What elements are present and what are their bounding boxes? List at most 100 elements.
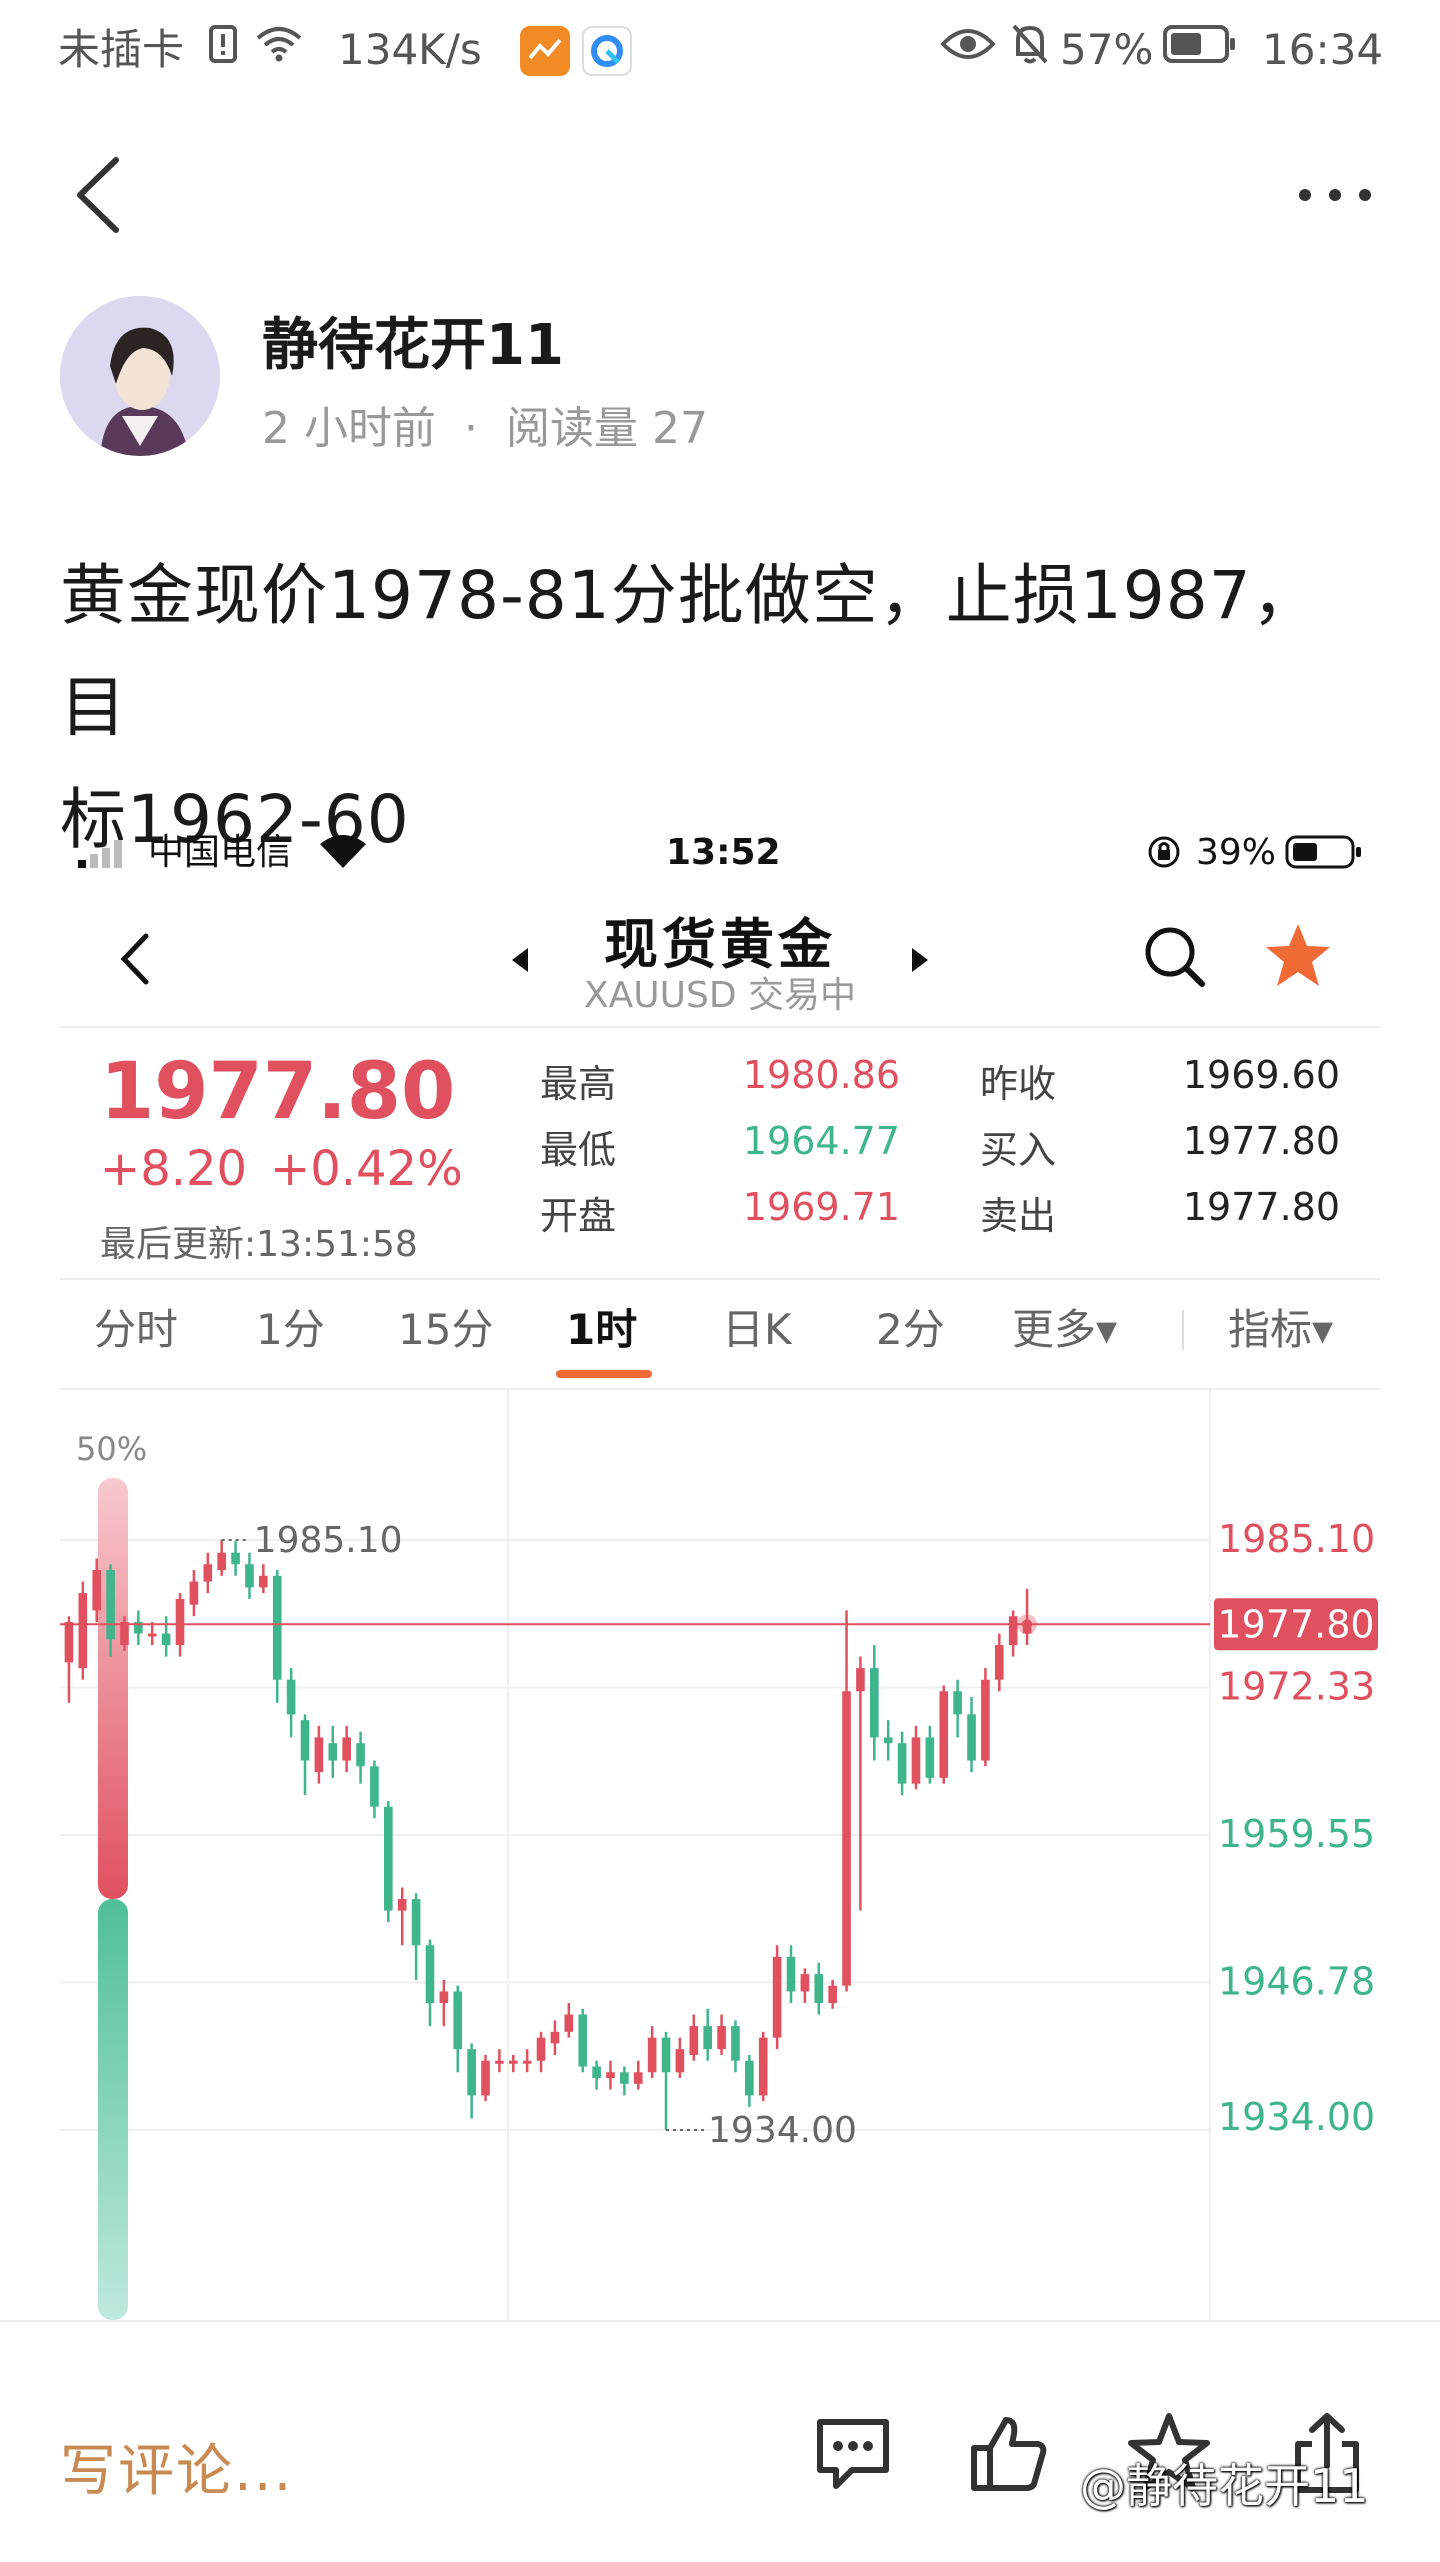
prev-close-value: 1969.60	[1182, 1053, 1340, 1097]
status-bar: 未插卡 134K/s 57% 16:34	[0, 0, 1440, 100]
more-options-button[interactable]	[1290, 170, 1380, 220]
candle-body	[92, 1570, 102, 1611]
prev-symbol-button[interactable]	[508, 940, 532, 980]
tab-1hour[interactable]: 1时	[566, 1280, 637, 1380]
candle-body	[1008, 1616, 1018, 1646]
candle-body	[189, 1581, 199, 1605]
candle-body	[856, 1668, 865, 1692]
candle-body	[814, 1974, 824, 2003]
high-label: 最高	[540, 1062, 617, 1106]
tab-daily[interactable]: 日K	[722, 1280, 792, 1380]
y-tick-label: 1972.33	[1218, 1664, 1375, 1708]
candle-body	[745, 2060, 754, 2096]
min-price-label: 1934.00	[708, 2110, 857, 2151]
eye-icon	[940, 22, 996, 78]
write-comment-input[interactable]: 写评论...	[60, 2426, 293, 2507]
y-tick-label: 1985.10	[1218, 1517, 1375, 1561]
favorite-star-icon[interactable]	[1262, 920, 1334, 992]
search-icon[interactable]	[1140, 922, 1210, 992]
candle-body	[522, 2060, 532, 2064]
comment-icon[interactable]	[808, 2408, 898, 2498]
bottom-action-bar: 写评论... @静待花开11	[0, 2320, 1440, 2562]
candle-body	[633, 2072, 643, 2084]
candle-body	[550, 2031, 560, 2044]
gauge-short-bar	[98, 1899, 128, 2320]
screenshot-status-bar: 中国电信 13:52 39%	[0, 800, 1440, 900]
tab-2min[interactable]: 2分	[876, 1280, 945, 1380]
max-price-label: 1985.10	[254, 1520, 403, 1561]
open-label: 开盘	[540, 1194, 617, 1238]
candle-body	[314, 1737, 324, 1773]
like-icon[interactable]	[964, 2408, 1054, 2498]
inner-clock: 13:52	[666, 832, 781, 873]
candle-body	[272, 1575, 282, 1680]
candle-body	[828, 1985, 837, 2003]
candle-body	[175, 1598, 185, 1646]
battery-percent: 57%	[1060, 25, 1154, 74]
author-name[interactable]: 静待花开11	[262, 300, 564, 381]
candle-body	[425, 1945, 435, 2003]
candle-body	[981, 1679, 990, 1761]
inner-back-button[interactable]	[110, 924, 160, 994]
read-count: 阅读量 27	[505, 403, 708, 454]
candle-body	[78, 1593, 88, 1669]
candle-body	[245, 1564, 254, 1588]
current-price-tag-label: 1977.80	[1217, 1602, 1374, 1646]
candle-body	[384, 1806, 393, 1911]
candle-body	[939, 1691, 949, 1778]
open-value: 1969.71	[742, 1185, 900, 1229]
candle-body	[370, 1766, 379, 1807]
tab-indicators[interactable]: 指标▾	[1228, 1280, 1333, 1380]
low-label: 最低	[540, 1128, 617, 1172]
candle-body	[342, 1737, 351, 1761]
long-short-gauge: 50%	[76, 1430, 147, 2320]
candle-body	[147, 1633, 157, 1637]
candle-body	[106, 1570, 115, 1640]
candle-body	[883, 1737, 893, 1744]
price-change-percent: +0.42%	[270, 1141, 463, 1197]
avatar[interactable]	[60, 296, 220, 456]
candle-body	[328, 1743, 338, 1761]
last-updated: 最后更新:13:51:58	[100, 1224, 418, 1265]
candle-body	[120, 1621, 129, 1646]
stock-header: 现货黄金 XAUUSD 交易中	[0, 900, 1440, 1030]
tab-divider	[1182, 1310, 1184, 1350]
carrier-name: 中国电信	[148, 832, 293, 873]
tab-15min[interactable]: 15分	[398, 1280, 493, 1380]
candle-body	[717, 2026, 726, 2050]
y-tick-label: 1959.55	[1218, 1812, 1375, 1856]
inner-battery-percent: 39%	[1196, 832, 1277, 873]
candle-body	[606, 2072, 615, 2079]
quote-panel: 1977.80 +8.20 +0.42% 最后更新:13:51:58 最高 19…	[0, 1025, 1440, 1265]
meta-separator: ·	[463, 403, 478, 454]
candle-body	[203, 1564, 213, 1582]
candle-body	[870, 1668, 879, 1738]
candle-body	[675, 2049, 685, 2073]
attached-screenshot[interactable]: 中国电信 13:52 39% 现货黄金 XAUUSD 交易中 1977.80 +…	[0, 800, 1440, 2320]
prev-close-label: 昨收	[980, 1062, 1057, 1106]
candle-body	[731, 2026, 740, 2061]
ask-value: 1977.80	[1182, 1185, 1340, 1229]
candle-body	[286, 1679, 296, 1715]
next-symbol-button[interactable]	[908, 940, 932, 980]
candle-body	[397, 1899, 407, 1911]
sim-status: 未插卡	[58, 25, 185, 74]
sim-alert-icon	[208, 22, 238, 78]
candle-body	[453, 1991, 463, 2050]
candle-body	[994, 1645, 1004, 1680]
candle-body	[911, 1737, 921, 1784]
candle-body	[64, 1621, 74, 1663]
tab-1min[interactable]: 1分	[256, 1280, 325, 1380]
back-button[interactable]	[60, 150, 140, 240]
tab-more[interactable]: 更多▾	[1012, 1280, 1117, 1380]
candlestick-chart[interactable]: 50% 1985.10 1934.00 1985.10 1972.33 1959.55…	[0, 1390, 1440, 2320]
candle-body	[217, 1552, 226, 1571]
candle-body	[536, 2037, 546, 2061]
bid-value: 1977.80	[1182, 1119, 1340, 1163]
candle-body	[689, 2026, 699, 2055]
candle-body	[481, 2060, 490, 2096]
tab-intraday[interactable]: 分时	[94, 1280, 178, 1380]
y-axis: 1985.10 1972.33 1959.55 1946.78 1934.00 1977.…	[1214, 1517, 1378, 2139]
current-price-dot	[1022, 1619, 1033, 1630]
battery-icon	[1162, 22, 1238, 80]
